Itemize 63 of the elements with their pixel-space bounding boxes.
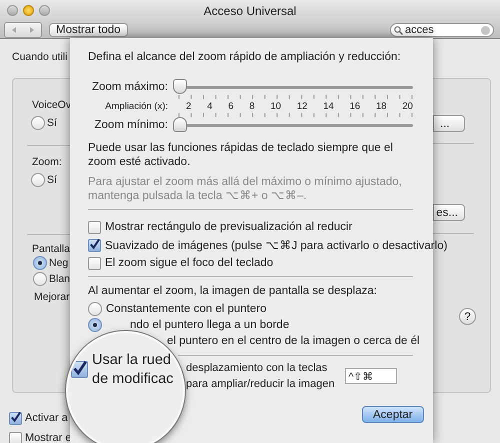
zoom-slider[interactable]: [173, 117, 413, 133]
shortcut-note: Puede usar las funciones rápidas de teclado siempre que el zoom esté activado.: [88, 141, 394, 169]
checkbox-label: Activar a: [25, 412, 68, 424]
slider-thumb[interactable]: [173, 79, 187, 94]
radio-label: Blan: [49, 273, 70, 285]
intro-text: Cuando utili: [12, 51, 68, 64]
scale-tick-label: 18: [376, 100, 387, 112]
checkbox[interactable]: [88, 238, 101, 252]
checkbox[interactable]: [88, 220, 101, 234]
back-forward-buttons[interactable]: [4, 22, 42, 38]
checkbox[interactable]: [71, 361, 88, 378]
scale-tick-label: 14: [323, 100, 334, 112]
hint-text: Para ajustar el zoom más allá del máximo o mínimo ajustado, mantenga pulsada la tecla ⌥⌘+ o ⌥⌘–.: [88, 175, 403, 203]
show-all-button[interactable]: Mostrar todo: [49, 23, 128, 37]
option-label: El zoom sigue el foco del teclado: [105, 257, 274, 269]
checkbox[interactable]: [9, 432, 22, 443]
zoom-slider[interactable]: [173, 79, 413, 95]
radio-button[interactable]: [88, 318, 102, 332]
scale-tick-label: 16: [350, 100, 360, 112]
section-label: VoiceOv: [32, 99, 70, 111]
scale-tick-label: 4: [207, 100, 212, 112]
search-field[interactable]: acces: [390, 23, 494, 37]
option-label: desplazamiento con la teclas para ampliar/reducir la imagen: [186, 361, 335, 392]
radio-button[interactable]: [33, 272, 47, 286]
shortcut-field[interactable]: ^⇧⌘: [344, 368, 397, 384]
radio-label: el puntero en el centro de la imagen o cerca de él: [167, 335, 420, 347]
radio-button[interactable]: [88, 302, 102, 316]
checkbox[interactable]: [88, 256, 101, 270]
radio-label: Sí: [47, 117, 57, 129]
options-button[interactable]: es...: [433, 204, 465, 221]
radio-label: Neg: [49, 257, 68, 269]
scale-tick-label: 2: [186, 100, 192, 112]
search-icon: [394, 26, 403, 34]
radio-label: Sí: [47, 174, 57, 186]
section-label: Pantalla: [32, 243, 70, 255]
scale-tick-label: 10: [270, 100, 282, 112]
radio-button[interactable]: [31, 116, 45, 130]
range-heading: Defina el alcance del zoom rápido de ampliación y reducción:: [88, 51, 402, 63]
clear-icon[interactable]: [481, 26, 490, 34]
magnified-label: Usar la rued de modificac: [92, 351, 174, 389]
scale-tick-label: 8: [249, 100, 255, 112]
slider-thumb[interactable]: [173, 117, 187, 132]
radio-button[interactable]: [31, 173, 45, 187]
scale-label: Ampliación (x):: [104, 100, 168, 112]
accept-button[interactable]: Aceptar: [362, 406, 424, 423]
checkbox[interactable]: [9, 412, 22, 424]
radio-label: Constantemente con el puntero: [106, 303, 266, 315]
scale-tick-label: 20: [402, 100, 413, 112]
radio-label: ndo el puntero llega a un borde: [130, 319, 290, 331]
help-button[interactable]: ?: [459, 308, 476, 325]
radio-button[interactable]: [33, 256, 47, 270]
option-label: Mostrar rectángulo de previsualización al reducir: [105, 221, 352, 233]
scroll-heading: Al aumentar el zoom, la imagen de pantalla se desplaza:: [88, 285, 378, 297]
slider-label: Zoom mínimo:: [94, 119, 168, 131]
window-controls-icon[interactable]: [7, 5, 50, 16]
window-title: Acceso Universal: [204, 4, 296, 18]
option-label: Suavizado de imágenes (pulse ⌥⌘J para activarlo o desactivarlo): [105, 239, 448, 252]
section-label: Mejorar: [34, 291, 70, 303]
section-label: Zoom:: [32, 156, 63, 168]
slider-label: Zoom máximo:: [90, 81, 168, 93]
scale-tick-label: 12: [296, 100, 308, 112]
scale-tick-label: 6: [228, 100, 234, 112]
options-button[interactable]: ...: [433, 115, 465, 132]
